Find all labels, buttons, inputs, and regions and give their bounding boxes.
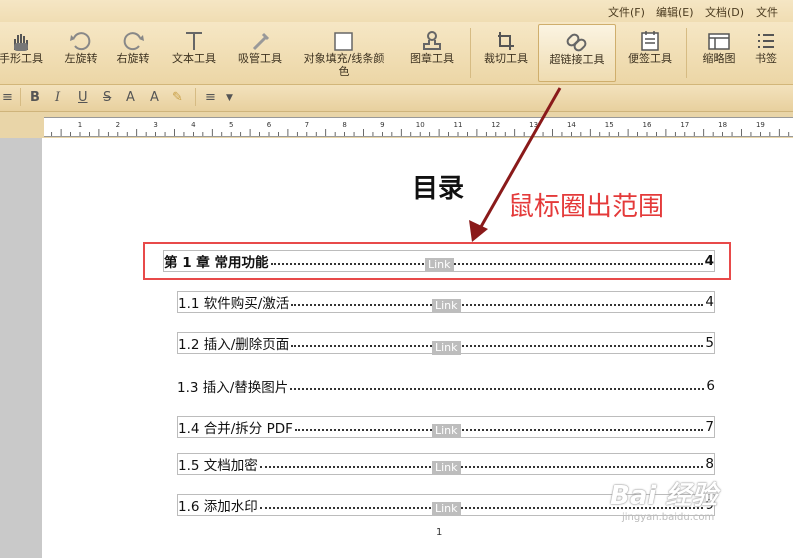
link-tag[interactable]: Link <box>432 341 461 355</box>
toc-entry[interactable]: 1.3 插入/替换图片 6 <box>177 375 715 397</box>
page-number: 1 <box>436 527 443 538</box>
link-tag[interactable]: Link <box>432 299 461 313</box>
watermark-logo: Bai 经验 <box>610 481 718 511</box>
link-tag[interactable]: Link <box>432 502 461 516</box>
watermark: Bai 经验 jingyan.baidu.com <box>610 475 717 523</box>
link-tag[interactable]: Link <box>432 424 461 438</box>
watermark-url: jingyan.baidu.com <box>622 512 715 523</box>
selection-highlight <box>143 242 731 280</box>
link-tag[interactable]: Link <box>432 461 461 475</box>
